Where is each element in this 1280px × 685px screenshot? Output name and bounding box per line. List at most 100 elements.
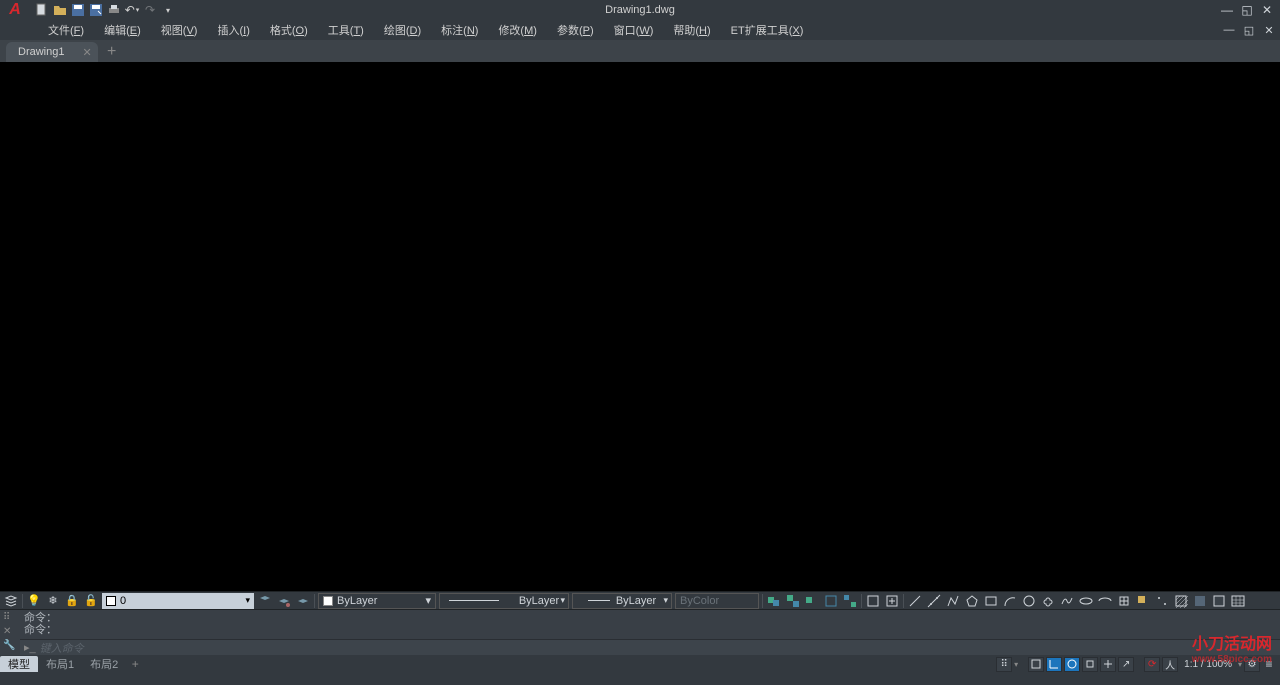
linetype-preview: [449, 600, 499, 601]
file-tab-label: Drawing1: [18, 46, 64, 58]
qat-undo-icon[interactable]: ↶▾: [124, 2, 140, 18]
menu-draw[interactable]: 绘图(D): [374, 22, 431, 38]
menu-window[interactable]: 窗口(W): [604, 22, 664, 38]
status-polar-icon[interactable]: [1064, 657, 1080, 672]
menu-et-tools[interactable]: ET扩展工具(X): [721, 22, 814, 38]
menu-tools[interactable]: 工具(T): [318, 22, 374, 38]
tab-close-icon[interactable]: ✕: [82, 46, 91, 59]
plotstyle-dropdown: ByColor: [675, 593, 759, 609]
layer-color-icon[interactable]: 🔓: [83, 593, 99, 609]
layer-manager-icon[interactable]: [3, 593, 19, 609]
block-insert-icon[interactable]: [865, 593, 881, 609]
menu-file[interactable]: 文件(F): [38, 22, 94, 38]
layout-tab-model[interactable]: 模型: [0, 656, 38, 672]
menu-view[interactable]: 视图(V): [151, 22, 208, 38]
close-button[interactable]: ✕: [1260, 3, 1274, 17]
qat-print-icon[interactable]: [106, 2, 122, 18]
doc-close-button[interactable]: ✕: [1262, 23, 1276, 37]
group-icon[interactable]: [766, 593, 782, 609]
qat-customize-icon[interactable]: ▾: [160, 2, 176, 18]
status-ortho-icon[interactable]: [1046, 657, 1062, 672]
tab-add-button[interactable]: +: [102, 42, 122, 62]
layout-tab-1[interactable]: 布局1: [38, 656, 82, 672]
lineweight-value: ByLayer: [616, 595, 656, 607]
draw-make-block-icon[interactable]: [1135, 593, 1151, 609]
color-value: ByLayer: [337, 595, 377, 607]
draw-region-icon[interactable]: [1211, 593, 1227, 609]
draw-ellipse-arc-icon[interactable]: [1097, 593, 1113, 609]
status-3dosnap-icon[interactable]: [1100, 657, 1116, 672]
status-scale-text[interactable]: 1:1 / 100%: [1180, 659, 1236, 670]
command-input[interactable]: ▸_ 键入命令: [20, 639, 1280, 655]
status-osnap-icon[interactable]: [1082, 657, 1098, 672]
menu-format[interactable]: 格式(O): [260, 22, 318, 38]
draw-line-icon[interactable]: [907, 593, 923, 609]
group-select-icon[interactable]: [823, 593, 839, 609]
draw-insert-block-icon[interactable]: [1116, 593, 1132, 609]
minimize-button[interactable]: —: [1220, 3, 1234, 17]
draw-table-icon[interactable]: [1230, 593, 1246, 609]
draw-hatch-icon[interactable]: [1173, 593, 1189, 609]
status-annoscale-icon[interactable]: ⟳: [1144, 657, 1160, 672]
menu-insert[interactable]: 插入(I): [207, 22, 259, 38]
status-snap-icon[interactable]: [1028, 657, 1044, 672]
draw-arc-icon[interactable]: [1002, 593, 1018, 609]
layer-previous-icon[interactable]: [257, 593, 273, 609]
doc-restore-button[interactable]: ◱: [1242, 23, 1256, 37]
cmd-placeholder: 键入命令: [40, 640, 84, 656]
layer-value: 0: [120, 595, 126, 607]
layer-match-icon[interactable]: [276, 593, 292, 609]
block-create-icon[interactable]: [884, 593, 900, 609]
color-swatch: [323, 596, 333, 606]
qat-redo-icon: ↷: [142, 2, 158, 18]
draw-gradient-icon[interactable]: [1192, 593, 1208, 609]
qat-new-icon[interactable]: [34, 2, 50, 18]
doc-minimize-button[interactable]: —: [1222, 23, 1236, 37]
cmd-close-icon[interactable]: ✕: [3, 626, 17, 638]
layout-add-button[interactable]: +: [126, 656, 144, 672]
status-settings-icon[interactable]: ⚙: [1244, 657, 1260, 672]
draw-revcloud-icon[interactable]: [1040, 593, 1056, 609]
menu-parametric[interactable]: 参数(P): [547, 22, 604, 38]
app-logo[interactable]: A: [0, 0, 30, 20]
status-grid-icon[interactable]: ⠿: [996, 657, 1012, 672]
cmd-options-icon[interactable]: 🔧: [3, 640, 17, 652]
lineweight-dropdown[interactable]: ByLayer ▾: [572, 593, 672, 609]
ungroup-icon[interactable]: [785, 593, 801, 609]
menu-modify[interactable]: 修改(M): [488, 22, 547, 38]
draw-polyline-icon[interactable]: [945, 593, 961, 609]
restore-button[interactable]: ◱: [1240, 3, 1254, 17]
qat-save-icon[interactable]: [70, 2, 86, 18]
linetype-dropdown[interactable]: ByLayer ▾: [439, 593, 569, 609]
layer-on-icon[interactable]: 💡: [26, 593, 42, 609]
menu-dimension[interactable]: 标注(N): [431, 22, 488, 38]
draw-spline-icon[interactable]: [1059, 593, 1075, 609]
menu-help[interactable]: 帮助(H): [663, 22, 720, 38]
layer-state-icon[interactable]: [295, 593, 311, 609]
cmd-line: 命令：: [24, 624, 1276, 636]
file-tab[interactable]: Drawing1 ✕: [6, 42, 98, 62]
command-history: 命令： 命令：: [20, 610, 1280, 639]
draw-rectangle-icon[interactable]: [983, 593, 999, 609]
status-annoshow-icon[interactable]: 人: [1162, 657, 1178, 672]
drawing-canvas[interactable]: [0, 62, 1280, 591]
group-edit-icon[interactable]: [804, 593, 820, 609]
menu-edit[interactable]: 编辑(E): [94, 22, 151, 38]
qat-open-icon[interactable]: [52, 2, 68, 18]
cmd-line: 命令：: [24, 612, 1276, 624]
status-customize-icon[interactable]: ≡: [1262, 657, 1276, 672]
draw-polygon-icon[interactable]: [964, 593, 980, 609]
cmd-handle-icon[interactable]: ⠿: [3, 612, 17, 624]
layer-lock-icon[interactable]: 🔒: [64, 593, 80, 609]
layer-dropdown[interactable]: 0 ▾: [102, 593, 254, 609]
group-manager-icon[interactable]: [842, 593, 858, 609]
draw-point-icon[interactable]: [1154, 593, 1170, 609]
layer-freeze-icon[interactable]: ❄: [45, 593, 61, 609]
draw-ellipse-icon[interactable]: [1078, 593, 1094, 609]
draw-circle-icon[interactable]: [1021, 593, 1037, 609]
status-otrack-icon[interactable]: ↗: [1118, 657, 1134, 672]
color-dropdown[interactable]: ByLayer ▾: [318, 593, 436, 609]
layout-tab-2[interactable]: 布局2: [82, 656, 126, 672]
qat-saveas-icon[interactable]: [88, 2, 104, 18]
draw-xline-icon[interactable]: [926, 593, 942, 609]
